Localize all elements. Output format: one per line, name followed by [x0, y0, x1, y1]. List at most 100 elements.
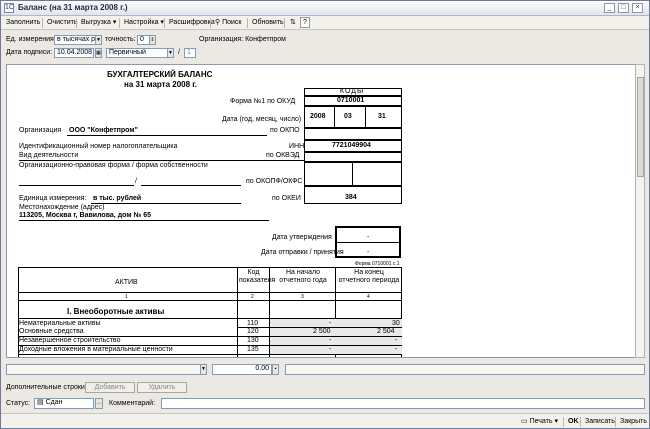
col-num-3: 3 [301, 294, 304, 300]
org-label: Организация [19, 127, 62, 134]
date-label: Дата (год, месяц, число) [222, 116, 302, 123]
stepper-icon[interactable]: ⇕ [149, 35, 156, 45]
scroll-thumb[interactable] [637, 77, 644, 177]
chevron-down-icon[interactable]: ▼ [200, 364, 207, 375]
unit-select[interactable]: в тысячах р [54, 35, 100, 45]
refresh-button[interactable]: Обновить [250, 17, 286, 28]
close-window-button[interactable]: × [632, 3, 643, 13]
maximize-button[interactable]: □ [618, 3, 629, 13]
col-start-header: На начало отчетного года [279, 269, 327, 284]
toolbar: Заполнить Очистить Выгрузка ▾ Настройка … [1, 16, 649, 30]
chevron-down-icon[interactable]: ▼ [95, 35, 102, 45]
sign-date-input[interactable]: 10.04.2008 [54, 48, 94, 58]
okei-label: по ОКЕИ [272, 195, 301, 202]
clear-button[interactable]: Очистить [45, 17, 79, 28]
okud-value: 0710001 [337, 97, 365, 104]
row-end: - [395, 346, 398, 353]
opf-label: Организационно-правовая форма / форма со… [19, 162, 208, 169]
precision-label: точность: [105, 36, 136, 43]
unit-measure-value: в тыс. рублей [93, 195, 142, 202]
document-icon: ▤ [37, 399, 46, 406]
send-label: Дата отправки / принятия [261, 249, 344, 256]
unit-label: Ед. измерения: [6, 36, 56, 43]
inn-long-label: Идентификационный номер налогоплательщик… [19, 143, 178, 150]
extra-rows-label: Дополнительные строки: [6, 384, 87, 391]
report-kind-select[interactable]: Первичный [106, 48, 168, 58]
row-start: 2 500 [313, 328, 331, 335]
doc-title: БУХГАЛТЕРСКИЙ БАЛАНС [107, 70, 213, 79]
chevron-down-icon[interactable]: ▼ [167, 48, 174, 58]
sum-row: ▼ 0.00 ▪ [1, 364, 649, 376]
status-field[interactable]: ▤ Сдан [34, 398, 94, 409]
comment-input[interactable] [161, 398, 645, 409]
row-code: 130 [247, 337, 259, 344]
row-code: 135 [247, 346, 259, 353]
export-menu[interactable]: Выгрузка ▾ [79, 17, 118, 28]
sum-field[interactable]: 0.00 [212, 364, 272, 375]
col-end-header: На конец отчетного периода [338, 269, 400, 284]
send-value: - [367, 249, 370, 256]
sort-icon[interactable]: ⇅ [288, 17, 298, 28]
fill-button[interactable]: Заполнить [4, 17, 42, 28]
save-button[interactable]: Записать [583, 416, 617, 427]
row-end: 2 504 [377, 328, 395, 335]
formula-field[interactable] [285, 364, 645, 375]
date-month: 03 [344, 113, 352, 120]
col-num-2: 2 [251, 294, 254, 300]
settings-menu[interactable]: Настройка ▾ [122, 17, 166, 28]
ok-button[interactable]: OK [566, 416, 581, 427]
okopf-label: по ОКОПФ/ОКФС [246, 178, 303, 185]
col-code-header: Код показателя [239, 269, 276, 284]
approve-value: - [367, 234, 370, 241]
vertical-scrollbar[interactable] [635, 64, 645, 358]
page-separator: / [178, 49, 180, 56]
add-row-button[interactable]: Добавить [85, 382, 135, 393]
cell-address-field[interactable] [6, 364, 206, 375]
section-header: I. Внеоборотные активы [67, 307, 165, 316]
inn-label: ИНН [289, 143, 305, 150]
okpo-label: по ОКПО [270, 127, 300, 134]
inn-value: 7721049904 [332, 142, 371, 149]
footer-bar: ▭ Печать ▾ OK Записать Закрыть [1, 413, 649, 428]
title-bar: 1С Баланс (на 31 марта 2008 г.) _ □ × [1, 1, 649, 16]
okei-value: 384 [345, 194, 357, 201]
activity-label: Вид деятельности [19, 152, 79, 159]
report-window: 1С Баланс (на 31 марта 2008 г.) _ □ × За… [0, 0, 650, 429]
row-start: - [329, 346, 332, 353]
help-button[interactable]: ? [300, 17, 310, 28]
okud-label: Форма №1 по ОКУД [230, 98, 296, 105]
search-button[interactable]: ⚲ Поиск [213, 17, 243, 28]
row-label: Основные средства [19, 328, 84, 335]
page-input[interactable]: 1 [184, 48, 196, 58]
remove-row-button[interactable]: Удалить [137, 382, 187, 393]
col-asset-header: АКТИВ [115, 279, 138, 286]
doc-subtitle: на 31 марта 2008 г. [124, 80, 198, 89]
address-label: Местонахождение (адрес) [19, 204, 105, 211]
window-title: Баланс (на 31 марта 2008 г.) [18, 3, 128, 12]
date-year: 2008 [310, 113, 326, 120]
row-end: - [395, 337, 398, 344]
org-name: ООО "Конфетпром" [69, 127, 138, 134]
printer-icon: ▭ [521, 418, 530, 425]
date-day: 31 [378, 113, 386, 120]
sign-date-label: Дата подписи: [6, 49, 53, 56]
row-label: Нематериальные активы [19, 320, 101, 327]
address-value: 113205, Москва г, Вавилова, дом № 65 [19, 212, 151, 219]
balance-sheet-document: БУХГАЛТЕРСКИЙ БАЛАНС на 31 марта 2008 г.… [6, 64, 642, 358]
calculator-icon[interactable]: ▪ [272, 364, 279, 375]
codes-header: КОДЫ [340, 88, 365, 95]
status-label: Статус: [6, 400, 31, 407]
close-button[interactable]: Закрыть [618, 416, 649, 427]
comment-label: Комментарий: [109, 400, 156, 407]
minimize-button[interactable]: _ [604, 3, 615, 13]
app-icon: 1С [4, 3, 14, 13]
calendar-icon[interactable]: ▦ [95, 48, 102, 58]
row-code: 120 [247, 328, 259, 335]
ellipsis-icon[interactable]: … [95, 398, 103, 409]
row-start: - [329, 337, 332, 344]
row-label: Доходные вложения в материальные ценност… [19, 346, 173, 353]
print-menu[interactable]: ▭ Печать ▾ [519, 416, 560, 427]
col-num-1: 1 [125, 294, 128, 300]
row-label: Незавершенное строительство [19, 337, 121, 344]
col-num-4: 4 [367, 294, 370, 300]
